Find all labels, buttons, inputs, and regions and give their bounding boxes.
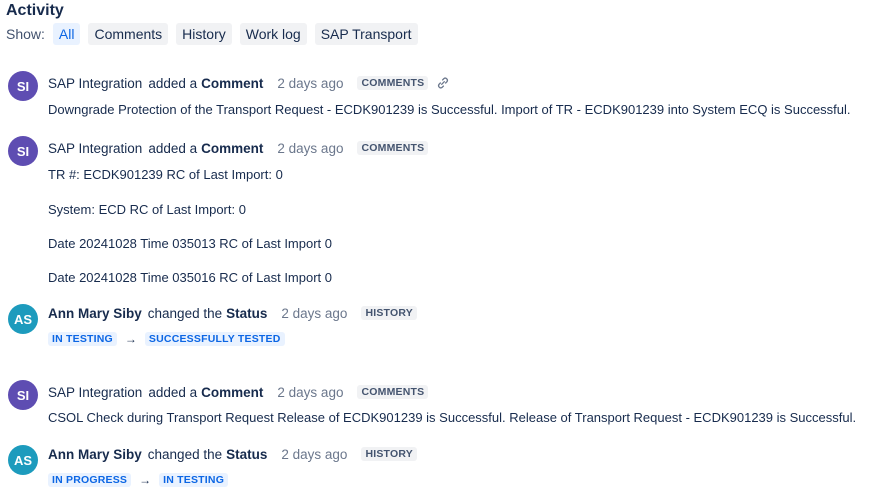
action-verb: added a (148, 140, 198, 156)
avatar[interactable]: AS (8, 445, 38, 475)
avatar[interactable]: SI (8, 380, 38, 410)
entry-header: SAP Integration added a Comment 2 days a… (48, 139, 429, 157)
type-badge: HISTORY (361, 447, 417, 461)
status-transition: IN TESTING → SUCCESSFULLY TESTED (48, 331, 285, 347)
action-object: Comment (201, 140, 264, 156)
author-name[interactable]: SAP Integration (48, 76, 142, 91)
type-badge: COMMENTS (357, 385, 429, 399)
comment-text: CSOL Check during Transport Request Rele… (48, 410, 857, 425)
comment-text: Date 20241028 Time 035013 RC of Last Imp… (48, 236, 333, 251)
type-badge: COMMENTS (357, 141, 429, 155)
action-object: Comment (201, 75, 264, 91)
timestamp[interactable]: 2 days ago (277, 385, 343, 400)
action-verb: added a (148, 75, 198, 91)
type-badge: COMMENTS (357, 76, 429, 90)
action-verb: changed the (147, 305, 223, 321)
link-icon[interactable] (436, 76, 450, 90)
avatar[interactable]: SI (8, 71, 38, 101)
entry-header: SAP Integration added a Comment 2 days a… (48, 74, 450, 92)
action-verb: changed the (147, 446, 223, 462)
action-object: Comment (201, 384, 264, 400)
entry-header: Ann Mary Siby changed the Status 2 days … (48, 445, 417, 463)
type-badge: HISTORY (361, 306, 417, 320)
comment-text: Date 20241028 Time 035016 RC of Last Imp… (48, 270, 333, 285)
timestamp[interactable]: 2 days ago (277, 76, 343, 91)
filter-history-button[interactable]: History (176, 23, 232, 45)
author-name[interactable]: Ann Mary Siby (48, 306, 142, 321)
entry-header: Ann Mary Siby changed the Status 2 days … (48, 304, 417, 322)
timestamp[interactable]: 2 days ago (277, 141, 343, 156)
arrow-right-icon: → (124, 332, 137, 346)
activity-title: Activity (6, 2, 64, 19)
show-label: Show: (6, 26, 45, 42)
to-status-badge: IN TESTING (159, 473, 229, 487)
author-name[interactable]: SAP Integration (48, 141, 142, 156)
author-name[interactable]: SAP Integration (48, 385, 142, 400)
filter-all-button[interactable]: All (52, 23, 81, 45)
author-name[interactable]: Ann Mary Siby (48, 447, 142, 462)
activity-filter-bar: Show: All Comments History Work log SAP … (6, 23, 426, 45)
comment-text: Downgrade Protection of the Transport Re… (48, 102, 851, 117)
action-object: Status (226, 446, 268, 462)
filter-sap-transport-button[interactable]: SAP Transport (314, 23, 418, 45)
entry-header: SAP Integration added a Comment 2 days a… (48, 383, 429, 401)
comment-text: System: ECD RC of Last Import: 0 (48, 202, 246, 217)
action-object: Status (226, 305, 268, 321)
status-transition: IN PROGRESS → IN TESTING (48, 472, 229, 488)
action-verb: added a (148, 384, 198, 400)
from-status-badge: IN TESTING (48, 332, 117, 346)
timestamp[interactable]: 2 days ago (281, 447, 347, 462)
filter-comments-button[interactable]: Comments (88, 23, 169, 45)
avatar[interactable]: AS (8, 304, 38, 334)
to-status-badge: SUCCESSFULLY TESTED (144, 332, 285, 346)
avatar[interactable]: SI (8, 136, 38, 166)
from-status-badge: IN PROGRESS (48, 473, 132, 487)
timestamp[interactable]: 2 days ago (281, 306, 347, 321)
arrow-right-icon: → (139, 473, 152, 487)
filter-work-log-button[interactable]: Work log (239, 23, 307, 45)
comment-text: TR #: ECDK901239 RC of Last Import: 0 (48, 167, 283, 182)
